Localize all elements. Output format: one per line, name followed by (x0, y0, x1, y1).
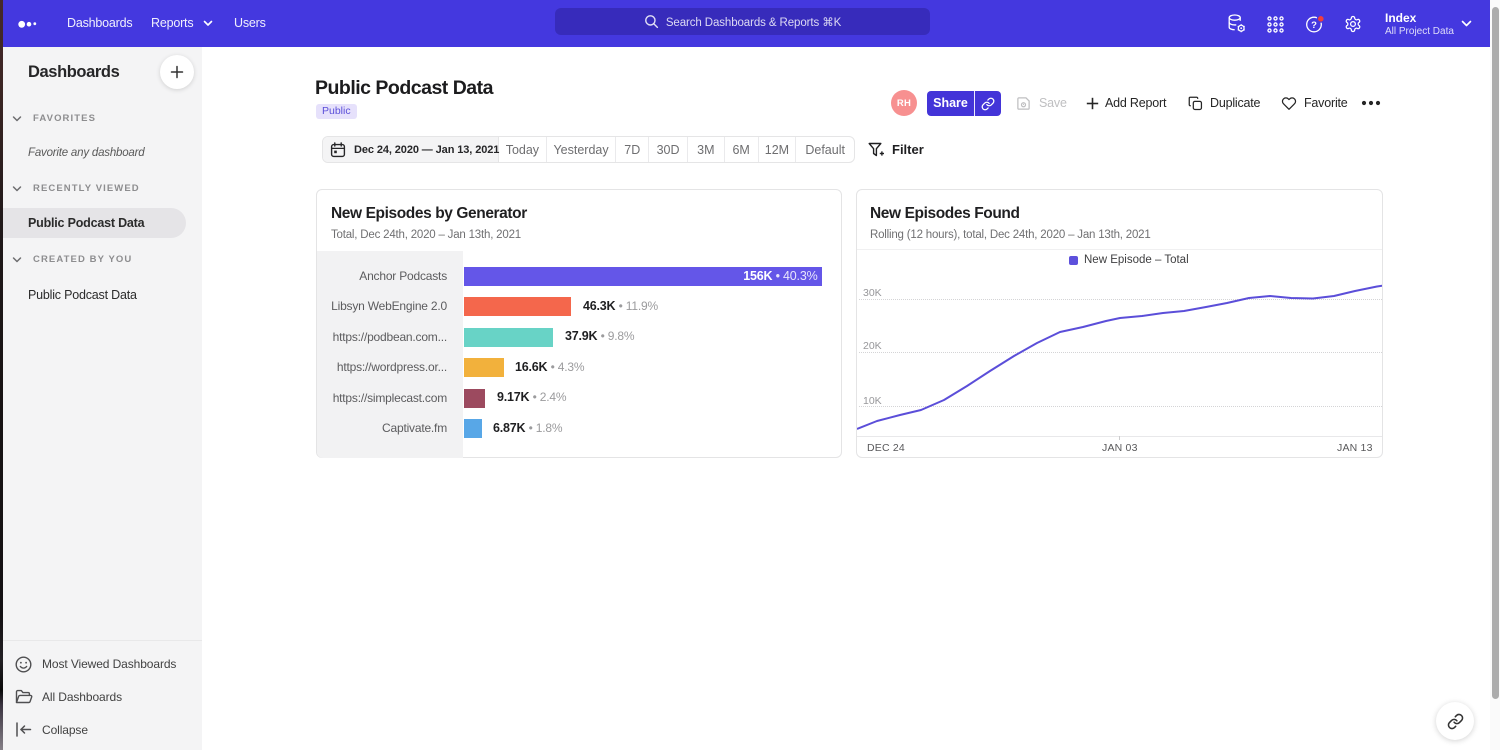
svg-text:?: ? (1311, 20, 1317, 31)
